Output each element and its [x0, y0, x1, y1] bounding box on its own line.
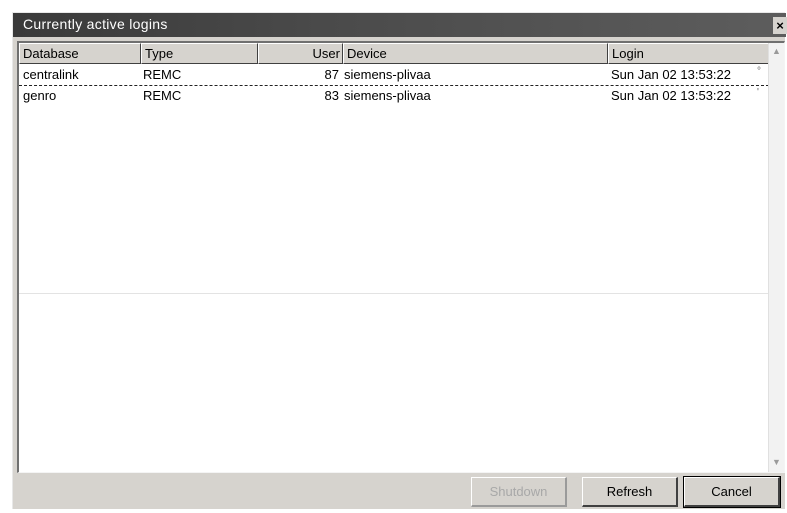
shutdown-button[interactable]: Shutdown	[471, 477, 567, 507]
scroll-up-icon[interactable]: ▲	[769, 43, 784, 59]
login-rows: centralink REMC 87 siemens-plivaa Sun Ja…	[19, 65, 769, 107]
cell-database: centralink	[23, 67, 79, 82]
cell-type: REMC	[143, 88, 182, 103]
list-header: Database Type User Device Login	[19, 43, 769, 65]
cell-device: siemens-plivaa	[344, 88, 431, 103]
column-header-user[interactable]: User	[258, 43, 343, 64]
logins-list[interactable]: Database Type User Device Login centrali…	[17, 41, 785, 473]
cell-login: Sun Jan 02 13:53:22	[611, 67, 731, 82]
cancel-button[interactable]: Cancel	[683, 476, 781, 508]
list-divider	[19, 293, 783, 294]
cell-type: REMC	[143, 67, 182, 82]
cell-user: 87	[324, 67, 339, 82]
dialog-title: Currently active logins	[23, 16, 168, 32]
column-header-database[interactable]: Database	[19, 43, 141, 64]
cell-device: siemens-plivaa	[344, 67, 431, 82]
table-row[interactable]: centralink REMC 87 siemens-plivaa Sun Ja…	[19, 65, 769, 86]
row-mark: °	[757, 66, 761, 77]
row-mark: '	[757, 87, 759, 98]
close-button[interactable]: ×	[773, 17, 787, 34]
close-icon: ×	[776, 18, 784, 33]
column-header-login[interactable]: Login	[608, 43, 769, 64]
active-logins-dialog: Currently active logins × Database Type …	[12, 12, 787, 509]
cell-user: 83	[324, 88, 339, 103]
refresh-button[interactable]: Refresh	[582, 477, 678, 507]
vertical-scrollbar[interactable]: ▲ ▼	[768, 43, 784, 472]
cell-database: genro	[23, 88, 57, 103]
column-header-type[interactable]: Type	[141, 43, 258, 64]
cell-login: Sun Jan 02 13:53:22	[611, 88, 731, 103]
column-header-device[interactable]: Device	[343, 43, 608, 64]
scroll-down-icon[interactable]: ▼	[769, 454, 784, 470]
title-bar[interactable]: Currently active logins ×	[13, 13, 787, 37]
table-row[interactable]: genro REMC 83 siemens-plivaa Sun Jan 02 …	[19, 86, 769, 107]
